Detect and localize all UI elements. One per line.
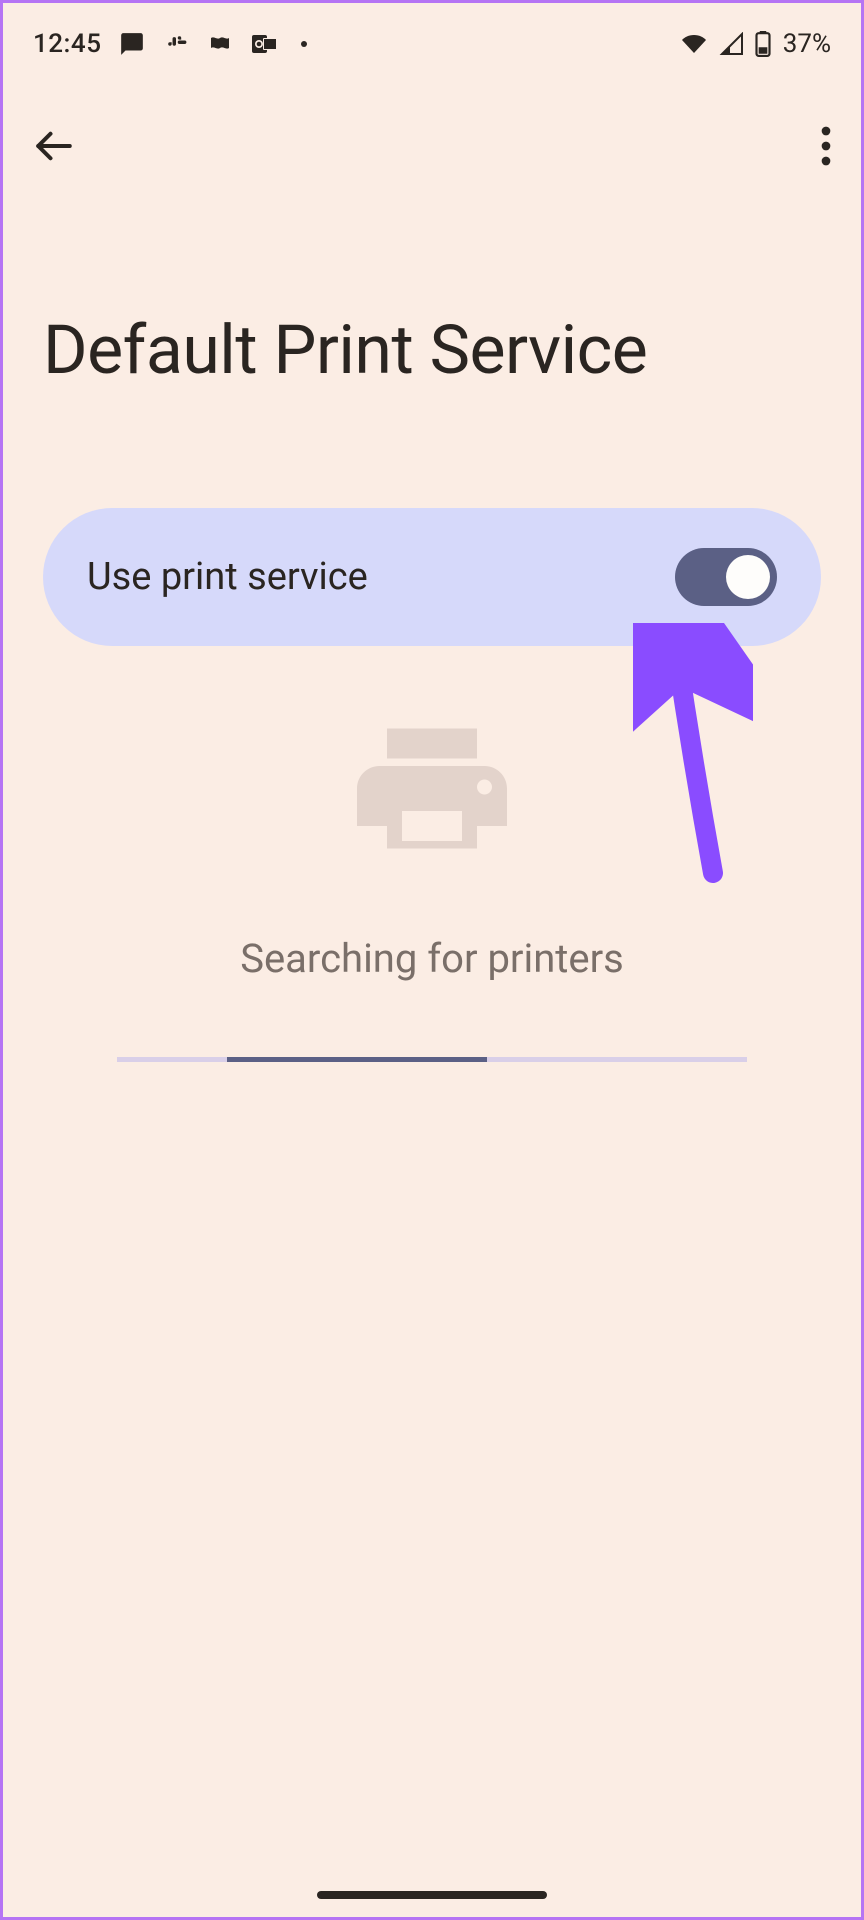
battery-percent: 37%: [783, 29, 831, 59]
outlook-icon: [251, 32, 279, 56]
back-button[interactable]: [33, 125, 75, 171]
battery-icon: [755, 31, 771, 57]
app-icon-1: [207, 32, 233, 56]
page-title: Default Print Service: [3, 313, 861, 388]
searching-text: Searching for printers: [240, 935, 624, 982]
cellular-signal-icon: [719, 32, 745, 56]
switch-thumb: [726, 555, 770, 599]
progress-indicator: [117, 1057, 747, 1062]
use-print-service-switch[interactable]: [675, 548, 777, 606]
wifi-icon: [679, 32, 709, 56]
printer-icon: [342, 706, 522, 890]
chat-bubble-icon: [119, 31, 145, 57]
toggle-label: Use print service: [87, 555, 368, 599]
more-notifications-dot: [301, 41, 307, 47]
progress-bar-segment: [227, 1057, 487, 1062]
printer-search-area: Searching for printers: [3, 706, 861, 1062]
slack-icon: [163, 31, 189, 57]
use-print-service-row[interactable]: Use print service: [43, 508, 821, 646]
status-time: 12:45: [33, 29, 101, 59]
more-options-button[interactable]: [821, 126, 831, 170]
gesture-nav-bar[interactable]: [317, 1891, 547, 1899]
status-bar: 12:45 37%: [3, 3, 861, 73]
app-bar: [3, 103, 861, 193]
